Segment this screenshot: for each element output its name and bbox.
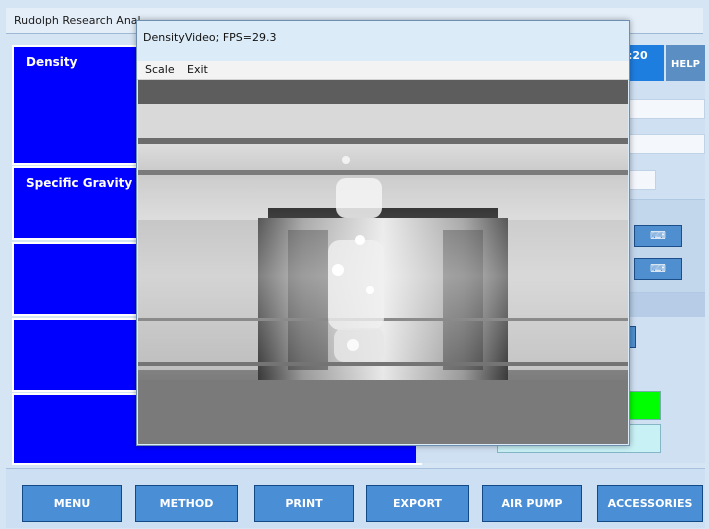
export-button[interactable]: EXPORT [366, 485, 469, 522]
keyboard-icon: ⌨ [650, 229, 666, 242]
scale-menu[interactable]: Scale [145, 63, 175, 76]
menu-button[interactable]: MENU [22, 485, 122, 522]
help-button[interactable]: HELP [666, 45, 705, 81]
video-window-title: DensityVideo; FPS=29.3 [143, 31, 277, 44]
exit-menu[interactable]: Exit [187, 63, 208, 76]
density-video-window[interactable]: DensityVideo; FPS=29.3 Scale Exit [136, 20, 630, 446]
print-button[interactable]: PRINT [254, 485, 354, 522]
setting-field-1[interactable] [626, 99, 705, 119]
accessories-button[interactable]: ACCESSORIES [597, 485, 703, 522]
time-text: :20 [628, 49, 648, 62]
video-menu-bar: Scale Exit [137, 61, 629, 80]
video-frame [138, 80, 628, 444]
method-button[interactable]: METHOD [135, 485, 238, 522]
keyboard-icon: ⌨ [650, 262, 666, 275]
air-pump-button[interactable]: AIR PUMP [482, 485, 582, 522]
setting-field-2[interactable] [626, 134, 705, 154]
keyboard-button-1[interactable]: ⌨ [634, 225, 682, 247]
u-tube-video-image [138, 80, 628, 444]
keyboard-button-2[interactable]: ⌨ [634, 258, 682, 280]
setting-field-3[interactable] [626, 170, 656, 190]
density-label: Density [26, 55, 78, 69]
time-display: :20 [626, 45, 664, 81]
specific-gravity-label: Specific Gravity [26, 176, 133, 190]
help-label: HELP [671, 59, 700, 70]
app-title: Rudolph Research Anal [14, 14, 141, 27]
